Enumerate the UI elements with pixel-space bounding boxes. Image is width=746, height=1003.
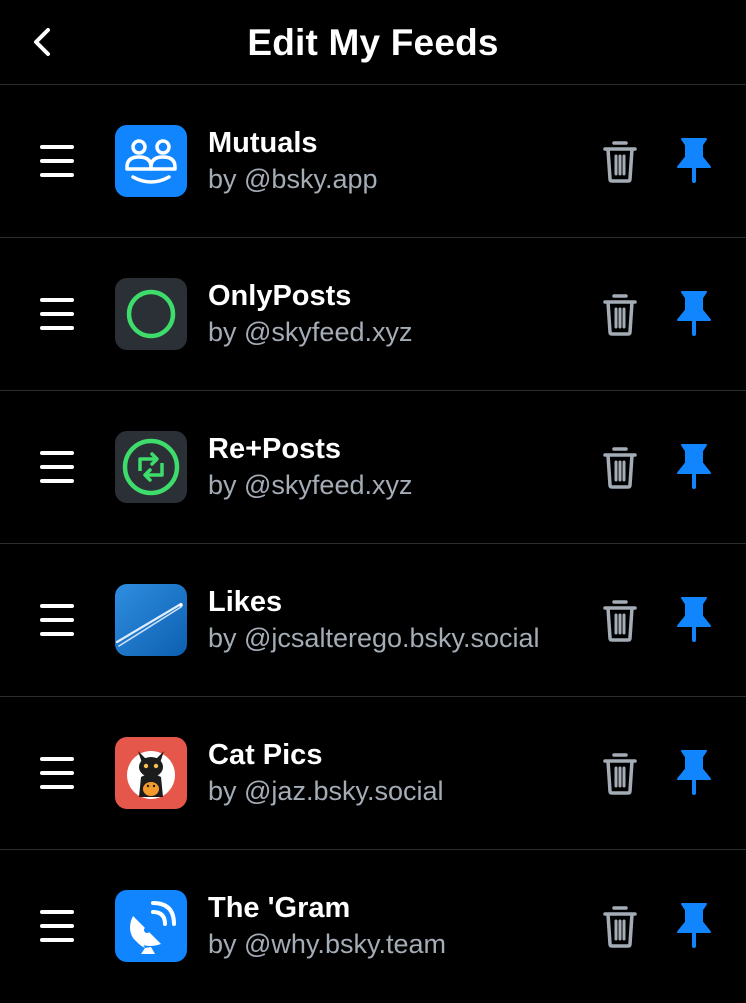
feed-name: Mutuals (208, 127, 318, 159)
feed-creator: by @jcsalterego.bsky.social (208, 623, 540, 653)
feed-avatar[interactable] (115, 125, 187, 197)
feed-name: OnlyPosts (208, 280, 352, 312)
cat-pic-image (115, 737, 187, 809)
feed-row-likes: Likes by @jcsalterego.bsky.social (0, 544, 746, 697)
feed-row-reposts: Re+Posts by @skyfeed.xyz (0, 391, 746, 544)
repost-circle-icon (115, 431, 187, 503)
feed-text[interactable]: Likes by @jcsalterego.bsky.social (208, 584, 608, 656)
trash-icon[interactable] (598, 596, 642, 644)
page-title: Edit My Feeds (247, 22, 499, 63)
feed-row-mutuals: Mutuals by @bsky.app (0, 85, 746, 238)
feed-row-onlyposts: OnlyPosts by @skyfeed.xyz (0, 238, 746, 391)
feed-text[interactable]: Mutuals by @bsky.app (208, 125, 608, 197)
drag-handle-icon[interactable] (36, 752, 82, 794)
feed-avatar[interactable] (115, 890, 187, 962)
feed-list: Mutuals by @bsky.app OnlyPosts by @skyfe… (0, 85, 746, 1003)
header: Edit My Feeds (0, 0, 746, 85)
feed-creator: by @bsky.app (208, 164, 378, 194)
feed-avatar[interactable] (115, 278, 187, 350)
feed-row-cat-pics: Cat Pics by @jaz.bsky.social (0, 697, 746, 850)
feed-text[interactable]: Cat Pics by @jaz.bsky.social (208, 737, 608, 809)
drag-handle-icon[interactable] (36, 446, 82, 488)
feed-text[interactable]: The 'Gram by @why.bsky.team (208, 890, 608, 962)
drag-handle-icon[interactable] (36, 905, 82, 947)
feed-avatar[interactable] (115, 431, 187, 503)
mutuals-people-icon (115, 125, 187, 197)
pin-icon[interactable] (672, 594, 716, 646)
feed-name: Cat Pics (208, 739, 323, 771)
feed-creator: by @jaz.bsky.social (208, 776, 444, 806)
satellite-dish-icon (115, 890, 187, 962)
feed-row-the-gram: The 'Gram by @why.bsky.team (0, 850, 746, 1003)
feed-name: Likes (208, 586, 283, 618)
trash-icon[interactable] (598, 749, 642, 797)
airplane-contrail-image (115, 584, 187, 656)
feed-creator: by @skyfeed.xyz (208, 317, 413, 347)
feed-text[interactable]: Re+Posts by @skyfeed.xyz (208, 431, 608, 503)
drag-handle-icon[interactable] (36, 599, 82, 641)
feed-creator: by @why.bsky.team (208, 929, 446, 959)
trash-icon[interactable] (598, 902, 642, 950)
feed-text[interactable]: OnlyPosts by @skyfeed.xyz (208, 278, 608, 350)
trash-icon[interactable] (598, 137, 642, 185)
pin-icon[interactable] (672, 747, 716, 799)
drag-handle-icon[interactable] (36, 293, 82, 335)
green-ring-icon (115, 278, 187, 350)
feed-avatar[interactable] (115, 737, 187, 809)
feed-avatar[interactable] (115, 584, 187, 656)
feed-name: The 'Gram (208, 892, 351, 924)
pin-icon[interactable] (672, 441, 716, 493)
feed-creator: by @skyfeed.xyz (208, 470, 413, 500)
pin-icon[interactable] (672, 900, 716, 952)
feed-name: Re+Posts (208, 433, 341, 465)
pin-icon[interactable] (672, 288, 716, 340)
trash-icon[interactable] (598, 290, 642, 338)
trash-icon[interactable] (598, 443, 642, 491)
drag-handle-icon[interactable] (36, 140, 82, 182)
pin-icon[interactable] (672, 135, 716, 187)
